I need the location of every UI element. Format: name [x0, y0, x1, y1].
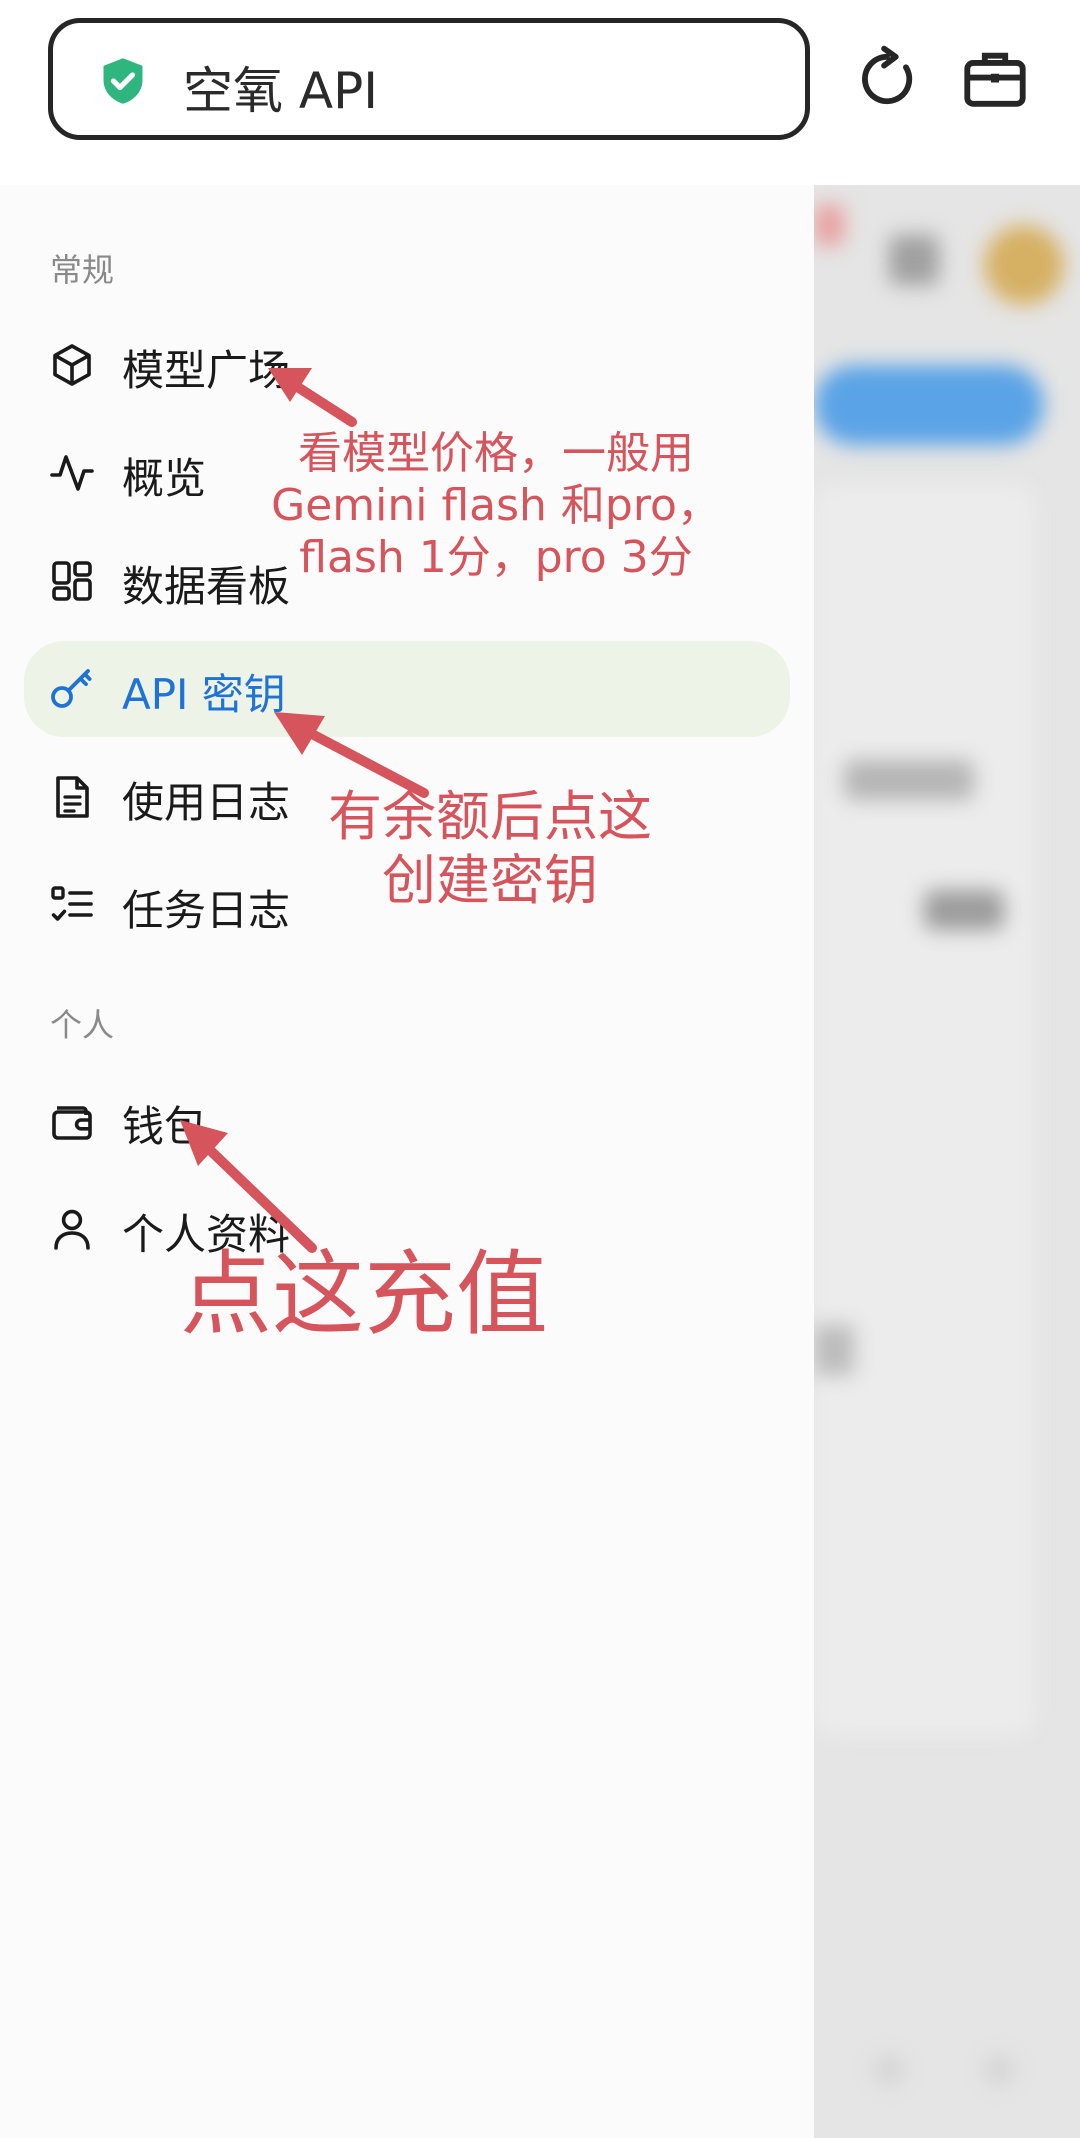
section-label-general: 常规 [50, 251, 115, 289]
address-bar[interactable]: 空氧 API [48, 18, 810, 140]
sidebar-item-label: API 密钥 [122, 670, 286, 719]
dashboard-icon [52, 561, 92, 601]
background-blur [814, 485, 1034, 1735]
sidebar-item-label: 概览 [122, 454, 207, 503]
background-blur [844, 760, 974, 800]
annotation-key-note: 有余额后点这 创建密钥 [300, 785, 680, 913]
annotation-line: 有余额后点这 [328, 785, 652, 848]
shield-check-icon[interactable] [97, 55, 149, 107]
sidebar-item-label: 钱包 [122, 1102, 207, 1151]
background-blur [984, 225, 1064, 305]
background-blur [889, 235, 939, 285]
section-label-personal: 个人 [50, 1006, 115, 1044]
annotation-pricing-note: 看模型价格，一般用 Gemini flash 和pro， flash 1分，pr… [256, 428, 736, 584]
background-blur [984, 2055, 1014, 2085]
sidebar-item-model-square[interactable]: 模型广场 [24, 317, 790, 413]
sidebar-item-wallet[interactable]: 钱包 [24, 1073, 790, 1169]
background-blur [874, 2055, 904, 2085]
annotation-line: flash 1分，pro 3分 [299, 532, 693, 583]
wallet-icon [52, 1106, 92, 1140]
sidebar-item-label: 使用日志 [122, 778, 291, 827]
background-blur [924, 890, 1004, 930]
sidebar-item-label: 任务日志 [122, 886, 291, 935]
sidebar-item-api-keys[interactable]: API 密钥 [24, 641, 790, 737]
background-page-overlay[interactable] [814, 185, 1080, 2138]
annotation-line: 看模型价格，一般用 [298, 428, 694, 479]
background-blur [814, 365, 1044, 445]
background-blur [814, 1325, 854, 1375]
key-icon [51, 669, 92, 708]
cube-icon [53, 344, 91, 386]
annotation-line: Gemini flash 和pro， [271, 480, 721, 531]
activity-icon [50, 455, 94, 491]
annotation-recharge-note: 点这充值 [180, 1241, 549, 1348]
briefcase-icon[interactable] [960, 44, 1030, 114]
annotation-line: 创建密钥 [382, 849, 598, 912]
background-blur [814, 205, 844, 245]
user-icon [54, 1209, 90, 1250]
refresh-icon[interactable] [852, 44, 922, 114]
sidebar-item-label: 模型广场 [122, 346, 291, 395]
checklist-icon [51, 886, 93, 921]
document-icon [56, 776, 89, 818]
site-name: 空氧 API [183, 62, 378, 120]
browser-toolbar: 空氧 API [0, 0, 1080, 185]
